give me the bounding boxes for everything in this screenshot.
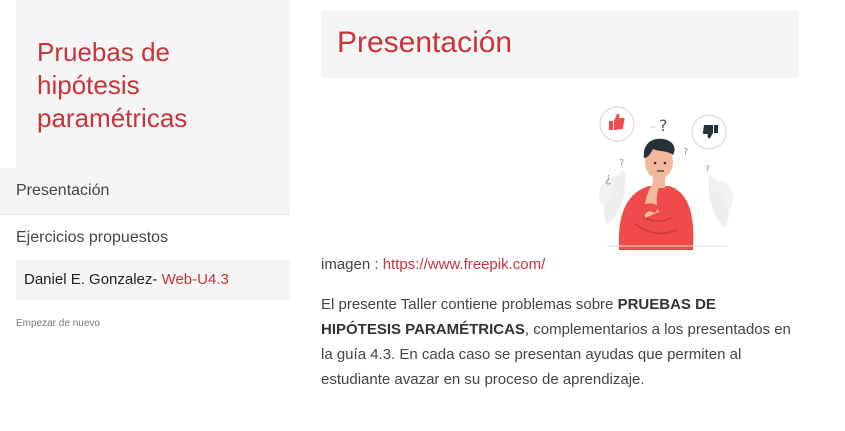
thumbs-up-icon [599,106,635,142]
svg-text:?: ? [705,165,710,175]
paragraph-intro: El presente Taller contiene problemas so… [321,296,614,313]
book-title[interactable]: Pruebas de hipótesis paramétricas [37,36,257,135]
book-title-panel: Pruebas de hipótesis paramétricas [16,0,290,168]
svg-text:?: ? [683,147,688,158]
nav-item-label: Ejercicios propuestos [16,229,169,246]
thumbs-down-icon [691,114,727,150]
image-credit: imagen : https://www.freepik.com/ [321,256,545,273]
svg-text:¿: ¿ [605,171,611,185]
page-title-panel: Presentación [321,11,799,78]
page-title: Presentación [337,26,513,59]
caption-prefix: imagen : [321,256,379,273]
svg-text:?: ? [659,116,668,135]
author-web-link[interactable]: Web-U4.3 [162,271,229,288]
author-name: Daniel E. Gonzalez- [24,271,158,288]
svg-text:?: ? [619,158,624,169]
freepik-link[interactable]: https://www.freepik.com/ [383,256,546,273]
main-content: Presentación ? ? ? ~ ¿ ? imagen: https:… [321,0,799,431]
author-panel: Daniel E. Gonzalez- Web-U4.3 [16,260,290,300]
restart-link[interactable]: Empezar de nuevo [16,318,100,329]
nav-item-label: Presentación [16,182,110,199]
nav-item-ejercicios-propuestos[interactable]: Ejercicios propuestos [0,214,290,260]
svg-text:~: ~ [649,123,657,133]
sidebar: Pruebas de hipótesis paramétricas Presen… [0,0,290,431]
intro-paragraph: El presente Taller contiene problemas so… [321,292,791,392]
thinking-person-illustration: ? ? ? ~ ¿ ? [599,106,734,250]
nav-item-presentacion[interactable]: Presentación [0,168,290,214]
